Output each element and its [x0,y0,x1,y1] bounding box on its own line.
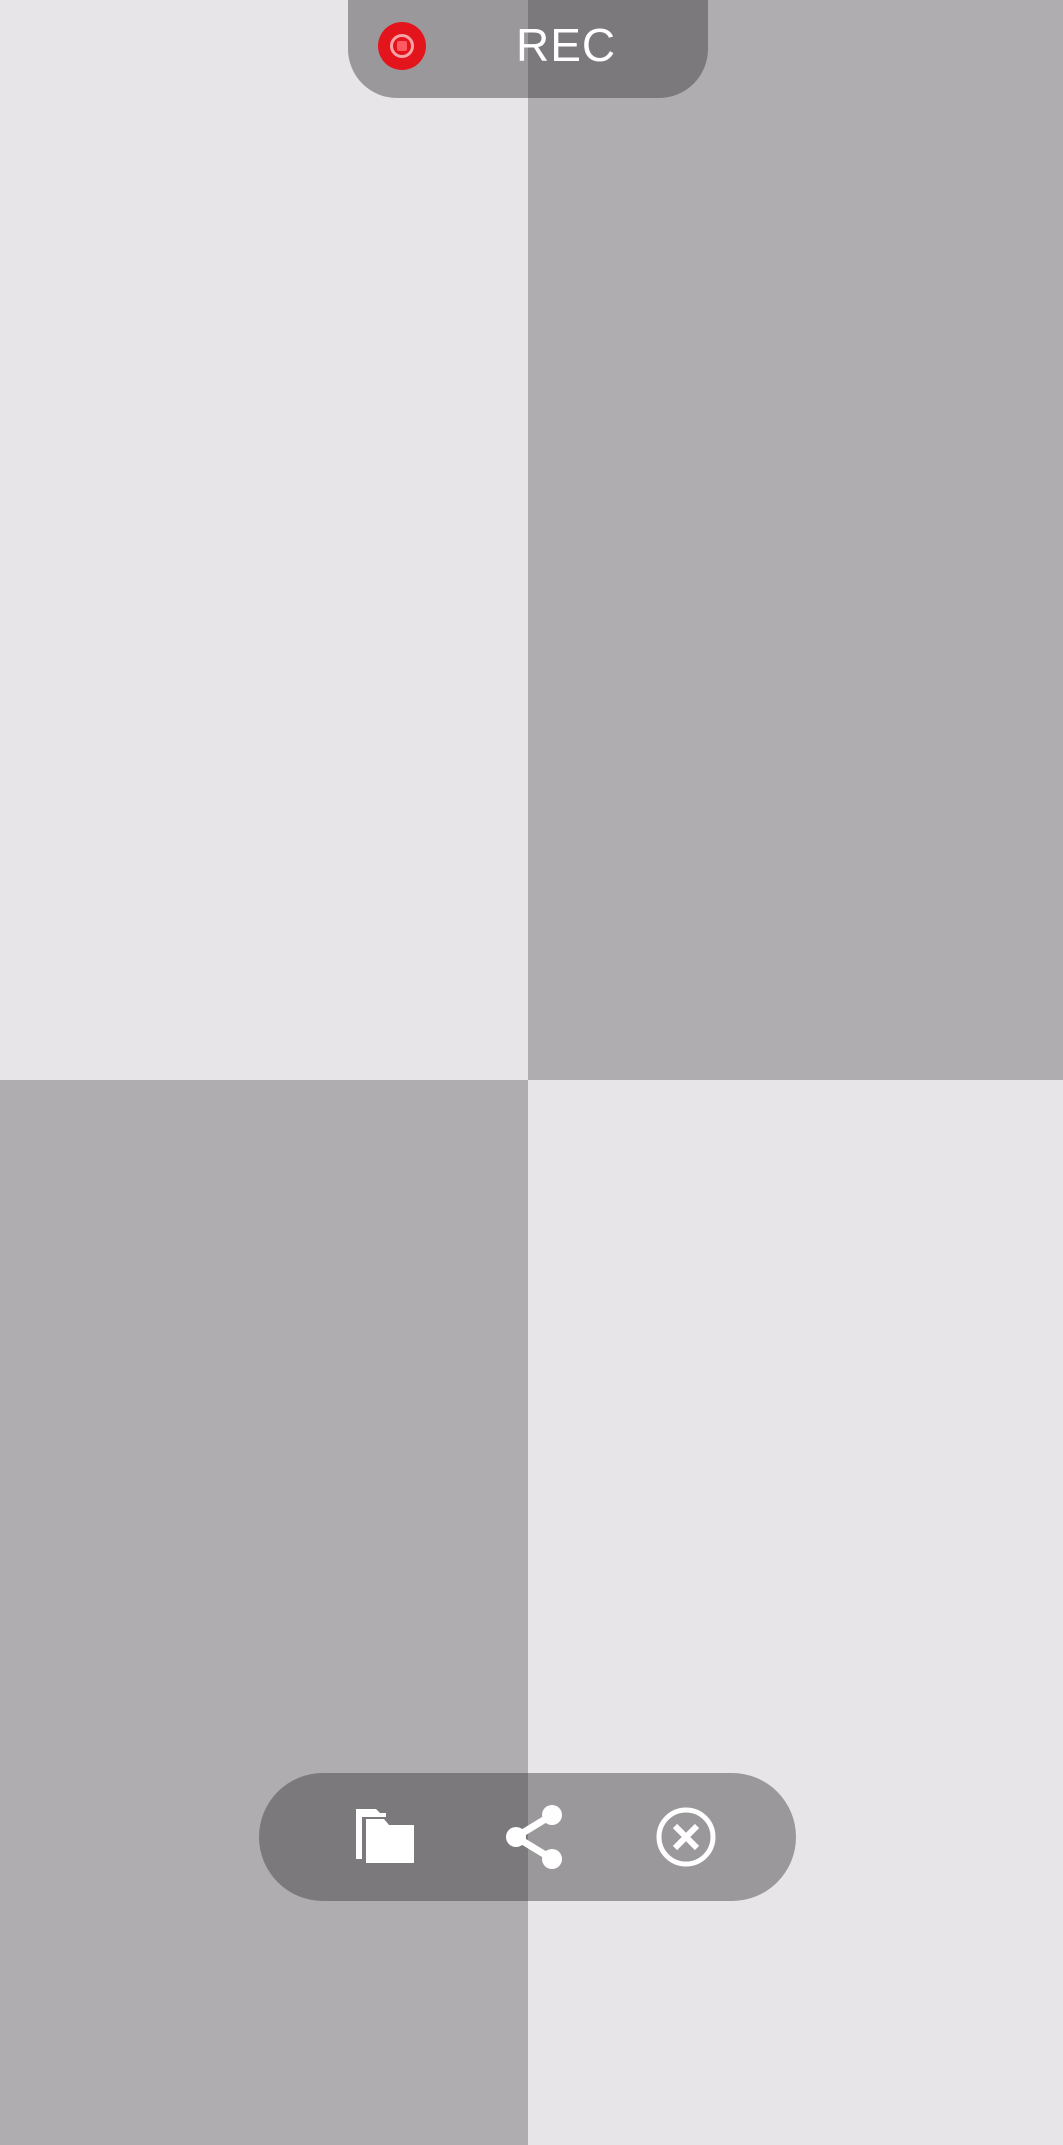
background-quadrant-bottom-right [528,1080,1063,2145]
background-quadrant-bottom-left [0,1080,528,2145]
share-icon [506,1805,562,1869]
open-folder-button[interactable] [346,1797,426,1877]
record-stop-icon[interactable] [378,22,426,70]
recording-label: REC [516,19,617,71]
background-quadrant-top-left [0,0,528,1080]
folder-icon [356,1809,414,1863]
share-button[interactable] [496,1797,576,1877]
recording-indicator[interactable]: REC [348,0,708,98]
background-quadrant-top-right [528,0,1063,1080]
close-button[interactable] [646,1797,726,1877]
close-circle-icon [656,1807,716,1867]
floating-toolbar [259,1773,796,1901]
